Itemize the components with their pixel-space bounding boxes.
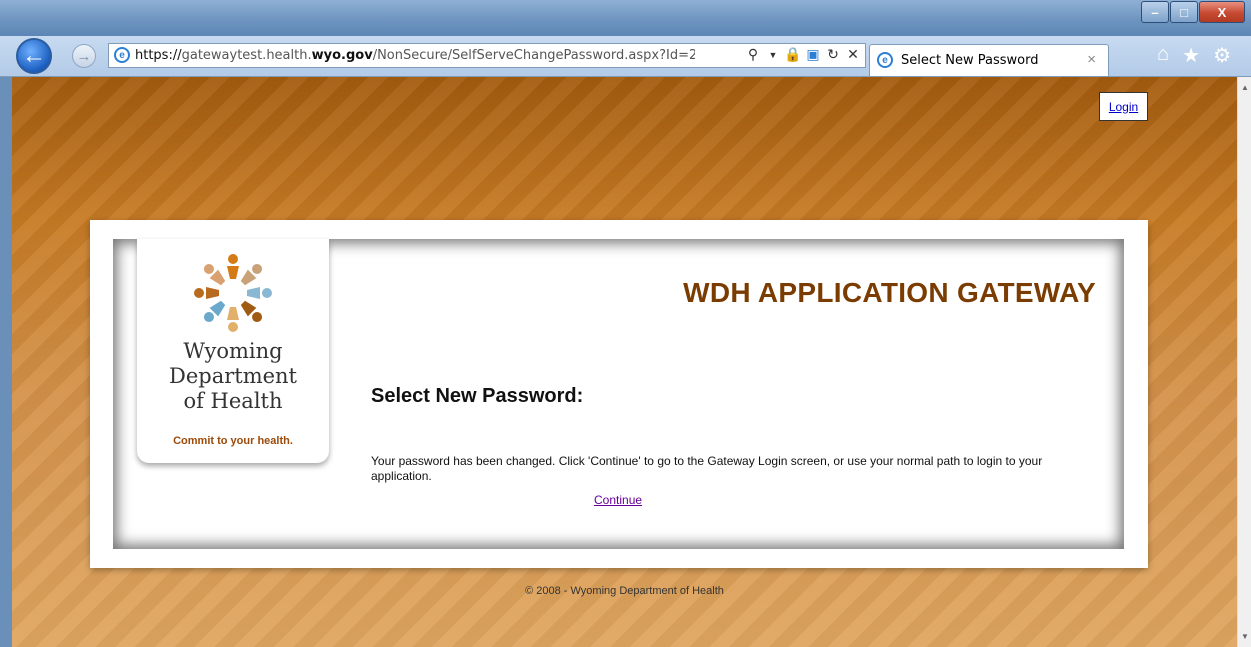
dropdown-arrow-icon[interactable]: ▼	[765, 50, 781, 60]
logo-line-3: of Health	[183, 389, 283, 413]
logo-tagline: Commit to your health.	[173, 435, 293, 447]
page-heading: Select New Password:	[371, 385, 584, 407]
window-titlebar: – □ X	[0, 0, 1251, 36]
minimize-button[interactable]: –	[1141, 1, 1169, 23]
stop-icon[interactable]: ✕	[845, 46, 861, 63]
toolbar-right-icons: ⌂ ★ ⚙	[1157, 43, 1231, 68]
wdh-logo-card: Wyoming Department of Health Commit to y…	[137, 239, 329, 463]
wdh-logo-icon	[194, 254, 272, 332]
logo-line-2: Department	[168, 364, 297, 388]
tab-title: Select New Password	[901, 53, 1039, 68]
back-arrow-icon[interactable]: ←	[16, 38, 52, 74]
main-panel: Wyoming Department of Health Commit to y…	[90, 220, 1148, 568]
refresh-icon[interactable]: ↻	[825, 46, 841, 63]
lock-icon[interactable]: 🔒	[784, 46, 801, 63]
gateway-title: WDH APPLICATION GATEWAY	[683, 277, 1096, 308]
footer-copyright: © 2008 - Wyoming Department of Health	[525, 585, 724, 597]
compatibility-icon[interactable]: ▣	[805, 46, 821, 63]
vertical-scrollbar[interactable]: ▲ ▼	[1237, 77, 1251, 647]
close-window-button[interactable]: X	[1199, 1, 1245, 23]
login-link[interactable]: Login	[1099, 92, 1148, 121]
address-bar-icons: ⚲ ▼ 🔒 ▣ ↻ ✕	[745, 46, 861, 63]
scroll-up-arrow-icon[interactable]: ▲	[1241, 83, 1249, 92]
scroll-down-arrow-icon[interactable]: ▼	[1241, 632, 1249, 641]
address-bar[interactable]: e https://gatewaytest.health.wyo.gov/Non…	[108, 43, 866, 68]
url-text[interactable]: https://gatewaytest.health.wyo.gov/NonSe…	[135, 48, 695, 63]
maximize-button[interactable]: □	[1170, 1, 1198, 23]
tab-select-new-password[interactable]: e Select New Password ×	[869, 44, 1109, 76]
logo-wordmark: Wyoming Department of Health	[137, 339, 329, 414]
close-tab-icon[interactable]: ×	[1087, 51, 1096, 68]
ie-page-icon: e	[114, 47, 130, 63]
favorites-star-icon[interactable]: ★	[1182, 43, 1200, 68]
logo-line-1: Wyoming	[183, 339, 283, 363]
confirmation-message: Your password has been changed. Click 'C…	[371, 454, 1043, 483]
forward-arrow-icon[interactable]: →	[72, 44, 96, 68]
home-icon[interactable]: ⌂	[1157, 43, 1169, 68]
continue-link[interactable]: Continue	[594, 493, 642, 507]
ie-tab-icon: e	[877, 52, 893, 68]
inner-panel: Wyoming Department of Health Commit to y…	[113, 239, 1124, 549]
window-controls: – □ X	[1141, 1, 1245, 23]
search-icon[interactable]: ⚲	[745, 46, 761, 63]
page-content: Login Wyoming Department of Health Commi…	[12, 77, 1237, 647]
tools-gear-icon[interactable]: ⚙	[1213, 43, 1231, 68]
